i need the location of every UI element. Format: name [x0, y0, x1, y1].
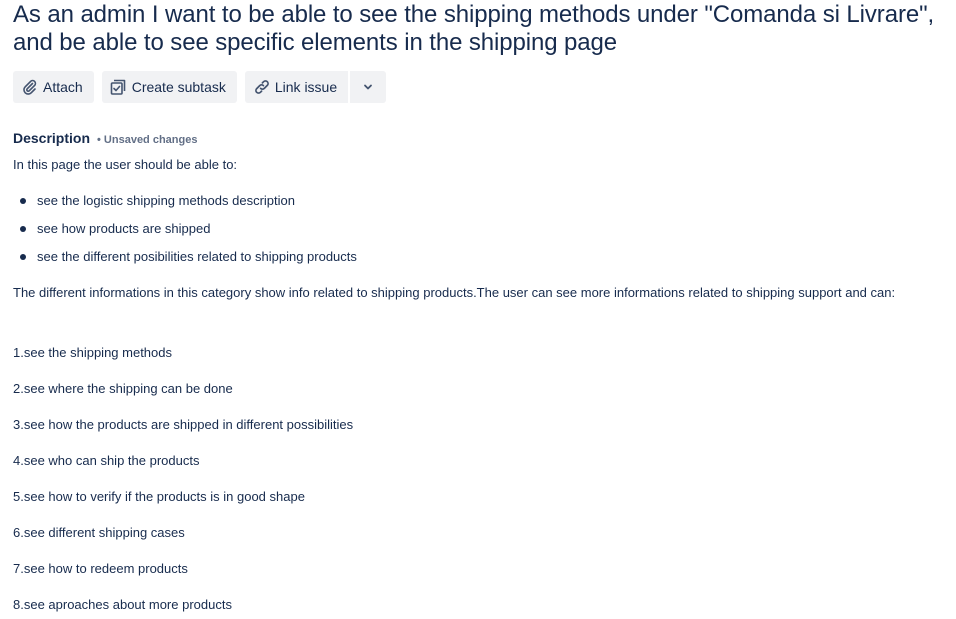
subtask-icon — [110, 78, 128, 96]
description-header: Description • Unsaved changes — [13, 130, 197, 146]
create-subtask-button[interactable]: Create subtask — [101, 71, 237, 103]
list-item[interactable]: 8.see aproaches about more products — [13, 593, 353, 619]
description-label: Description — [13, 130, 91, 146]
list-item[interactable]: 5.see how to verify if the products is i… — [13, 485, 353, 521]
description-bullet-list: see the logistic shipping methods descri… — [13, 189, 357, 273]
list-item[interactable]: see the logistic shipping methods descri… — [20, 189, 357, 217]
link-issue-label: Link issue — [274, 79, 338, 95]
description-paragraph[interactable]: The different informations in this categ… — [13, 281, 933, 305]
description-intro[interactable]: In this page the user should be able to: — [13, 153, 933, 177]
issue-action-toolbar: Attach Create subtask Link issue — [13, 71, 387, 103]
list-item[interactable]: see the different posibilities related t… — [20, 245, 357, 273]
create-subtask-label: Create subtask — [131, 79, 226, 95]
list-item[interactable]: 3.see how the products are shipped in di… — [13, 413, 353, 449]
unsaved-changes-indicator: • Unsaved changes — [97, 134, 198, 146]
attach-button[interactable]: Attach — [13, 71, 94, 103]
paperclip-icon — [21, 78, 39, 96]
more-actions-button[interactable] — [349, 71, 387, 103]
issue-title[interactable]: As an admin I want to be able to see the… — [13, 1, 953, 57]
list-item[interactable]: 4.see who can ship the products — [13, 449, 353, 485]
description-steps-list: 1.see the shipping methods 2.see where t… — [13, 341, 353, 619]
link-issue-button[interactable]: Link issue — [244, 71, 349, 103]
list-item[interactable]: 6.see different shipping cases — [13, 521, 353, 557]
link-issue-group: Link issue — [244, 71, 387, 103]
attach-label: Attach — [43, 79, 83, 95]
list-item[interactable]: 7.see how to redeem products — [13, 557, 353, 593]
list-item[interactable]: 2.see where the shipping can be done — [13, 377, 353, 413]
list-item[interactable]: see how products are shipped — [20, 217, 357, 245]
link-icon — [253, 78, 271, 96]
chevron-down-icon — [359, 78, 377, 96]
list-item[interactable]: 1.see the shipping methods — [13, 341, 353, 377]
